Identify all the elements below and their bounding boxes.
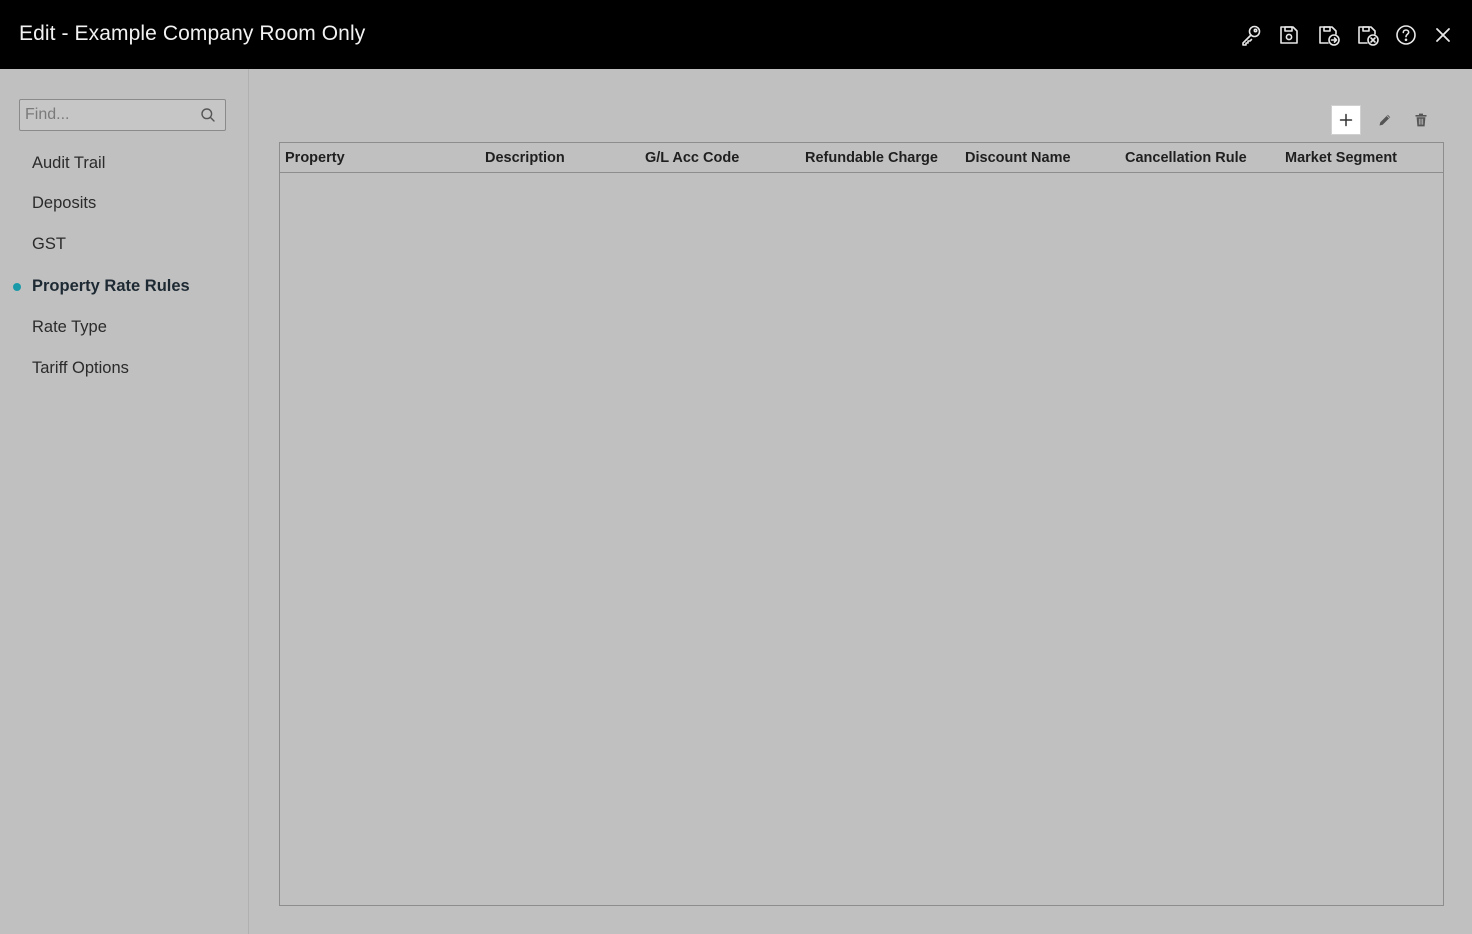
column-header-gl-acc-code[interactable]: G/L Acc Code bbox=[645, 150, 739, 166]
grid-header: Property Description G/L Acc Code Refund… bbox=[280, 143, 1443, 173]
add-button[interactable] bbox=[1331, 105, 1361, 135]
trash-icon bbox=[1415, 113, 1427, 127]
save-and-exit-icon[interactable] bbox=[1316, 22, 1342, 48]
column-header-cancellation-rule[interactable]: Cancellation Rule bbox=[1125, 150, 1247, 166]
sidebar-item-audit-trail[interactable]: Audit Trail bbox=[32, 152, 105, 174]
title-bar: Edit - Example Company Room Only bbox=[0, 0, 1472, 69]
main-panel: Property Description G/L Acc Code Refund… bbox=[249, 69, 1472, 934]
close-icon[interactable] bbox=[1430, 22, 1456, 48]
column-header-property[interactable]: Property bbox=[285, 150, 345, 166]
sidebar-item-tariff-options[interactable]: Tariff Options bbox=[32, 357, 129, 379]
find-input[interactable] bbox=[20, 100, 200, 130]
column-header-description[interactable]: Description bbox=[485, 150, 565, 166]
sidebar-item-property-rate-rules[interactable]: Property Rate Rules bbox=[32, 275, 190, 297]
help-icon[interactable] bbox=[1393, 22, 1419, 48]
sidebar-item-deposits[interactable]: Deposits bbox=[32, 192, 96, 214]
rate-rules-grid: Property Description G/L Acc Code Refund… bbox=[279, 142, 1444, 906]
save-icon[interactable] bbox=[1276, 22, 1302, 48]
active-indicator-dot bbox=[13, 283, 21, 291]
pencil-icon bbox=[1379, 114, 1391, 126]
sidebar-item-gst[interactable]: GST bbox=[32, 233, 66, 255]
delete-button[interactable] bbox=[1406, 105, 1436, 135]
edit-button[interactable] bbox=[1370, 105, 1400, 135]
sidebar-item-rate-type[interactable]: Rate Type bbox=[32, 316, 107, 338]
find-box bbox=[19, 99, 226, 131]
plus-icon bbox=[1339, 113, 1353, 127]
save-and-close-icon[interactable] bbox=[1355, 22, 1381, 48]
sidebar: Audit Trail Deposits GST Property Rate R… bbox=[0, 69, 249, 934]
column-header-market-segment[interactable]: Market Segment bbox=[1285, 150, 1397, 166]
column-header-refundable-charge[interactable]: Refundable Charge bbox=[805, 150, 938, 166]
window-title: Edit - Example Company Room Only bbox=[19, 22, 366, 45]
grid-body[interactable] bbox=[280, 173, 1443, 905]
column-header-discount-name[interactable]: Discount Name bbox=[965, 150, 1071, 166]
search-icon[interactable] bbox=[200, 107, 216, 123]
key-icon[interactable] bbox=[1238, 22, 1264, 48]
